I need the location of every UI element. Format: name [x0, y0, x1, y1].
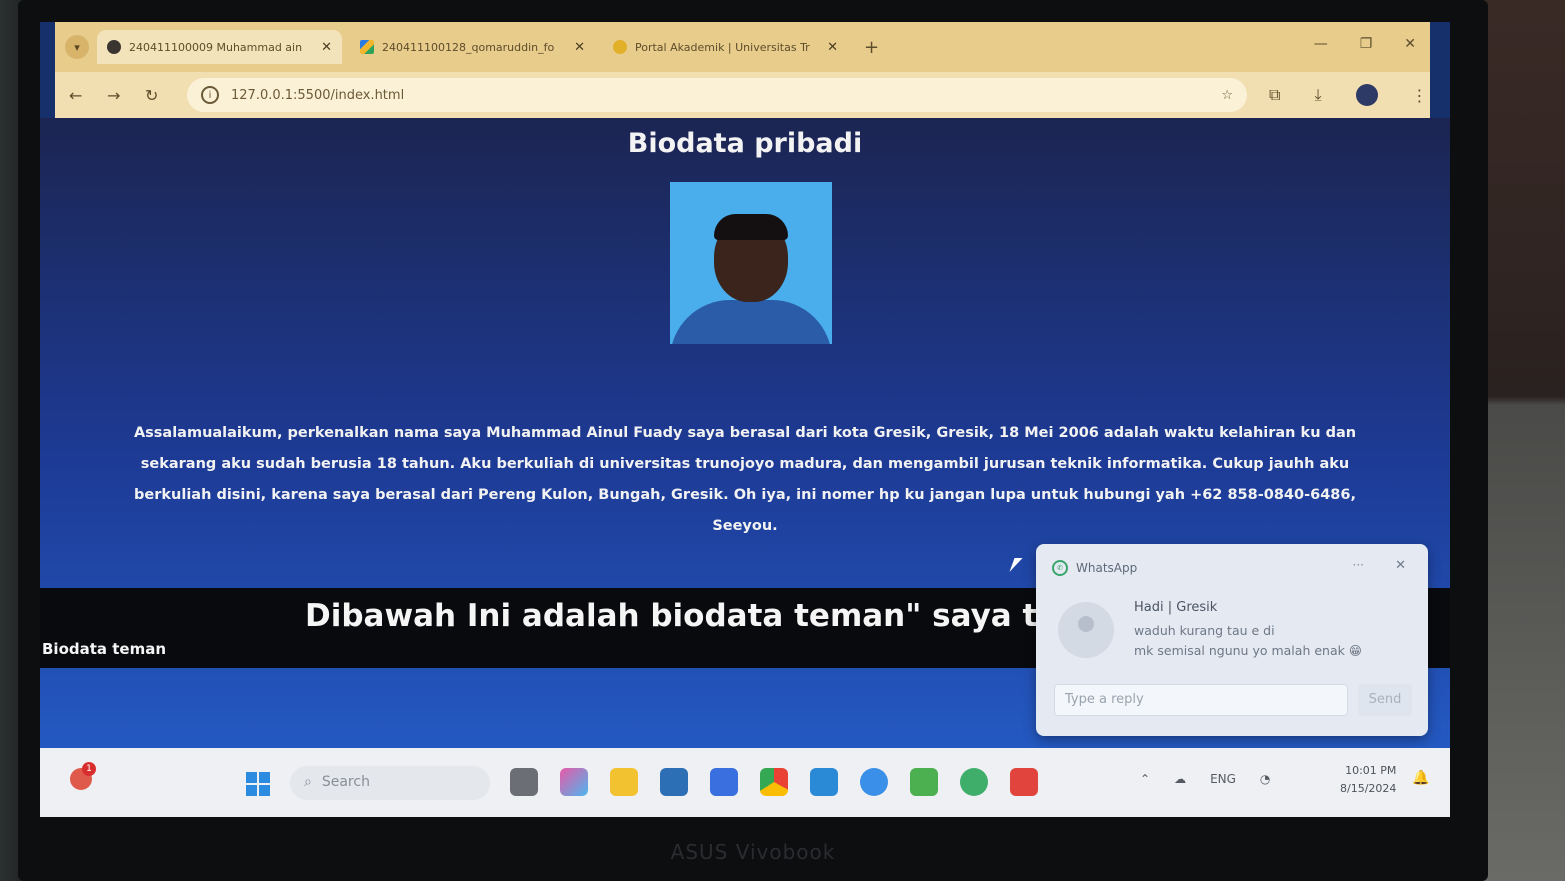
send-button[interactable]: Send	[1358, 684, 1412, 716]
site-info-icon[interactable]: i	[201, 86, 219, 104]
reply-input[interactable]: Type a reply	[1054, 684, 1348, 716]
minimize-icon[interactable]: —	[1314, 36, 1328, 52]
screen: ▾ 240411100009 Muhammad ain ✕ 2404111001…	[40, 22, 1450, 817]
toolbar-actions: ⧉ ⤓ ⋮	[1269, 84, 1428, 106]
profile-avatar-icon[interactable]	[1355, 84, 1378, 106]
portal-icon	[613, 40, 627, 54]
photo-hair	[714, 214, 788, 240]
wifi-icon[interactable]: ◔	[1260, 772, 1270, 786]
section-heading: Dibawah Ini adalah biodata teman" saya t…	[305, 598, 1135, 634]
message-line: waduh kurang tau e di	[1134, 623, 1275, 638]
vscode-icon[interactable]	[810, 768, 838, 796]
url-text: 127.0.0.1:5500/index.html	[231, 87, 405, 103]
chrome-icon[interactable]	[760, 768, 788, 796]
taskbar-search[interactable]: ⌕ Search	[290, 766, 490, 800]
mouse-cursor-icon	[1009, 558, 1023, 572]
address-bar[interactable]: i 127.0.0.1:5500/index.html ☆	[187, 78, 1247, 112]
copilot-icon[interactable]	[560, 768, 588, 796]
app-icon[interactable]	[710, 768, 738, 796]
tab-title: 240411100009 Muhammad ain	[129, 40, 303, 54]
tab-3[interactable]: Portal Akademik | Universitas Tr ✕	[603, 30, 848, 64]
chevron-up-icon[interactable]: ⌃	[1140, 772, 1150, 786]
message-line: mk semisal ngunu yo malah enak 😁	[1134, 643, 1362, 658]
close-icon[interactable]: ✕	[827, 40, 838, 55]
reload-icon[interactable]: ↻	[145, 86, 183, 105]
close-icon[interactable]: ✕	[574, 40, 585, 55]
more-options-icon[interactable]: ···	[1353, 558, 1364, 572]
restore-icon[interactable]: ❐	[1360, 36, 1373, 52]
page-title: Biodata pribadi	[627, 128, 863, 159]
store-icon[interactable]	[660, 768, 688, 796]
notification-app: ✆ WhatsApp	[1052, 560, 1137, 576]
window-controls: — ❐ ✕	[1314, 36, 1416, 52]
back-icon[interactable]: ←	[69, 86, 107, 105]
drive-icon	[360, 40, 374, 54]
file-explorer-icon[interactable]	[610, 768, 638, 796]
notification-app-name: WhatsApp	[1076, 561, 1138, 575]
clock[interactable]: 10:01 PM 8/15/2024	[1340, 762, 1396, 798]
close-icon[interactable]: ✕	[1395, 558, 1406, 573]
task-view-icon[interactable]	[510, 768, 538, 796]
pinned-apps	[510, 768, 1038, 796]
notification-badge: 1	[82, 762, 96, 776]
globe-icon	[107, 40, 121, 54]
new-tab-icon[interactable]: +	[864, 37, 879, 58]
section-subheading: Biodata teman	[42, 640, 167, 658]
laptop-brand: ASUS Vivobook	[670, 840, 836, 864]
notification-message: waduh kurang tau e di mk semisal ngunu y…	[1134, 621, 1362, 661]
clock-time: 10:01 PM	[1345, 764, 1397, 777]
bell-icon[interactable]: 🔔	[1412, 770, 1429, 786]
bookmark-star-icon[interactable]: ☆	[1221, 88, 1233, 103]
menu-dots-icon[interactable]: ⋮	[1412, 86, 1428, 105]
wps-office-icon[interactable]	[1010, 768, 1038, 796]
zoom-icon[interactable]	[860, 768, 888, 796]
tab-1[interactable]: 240411100009 Muhammad ain ✕	[97, 30, 342, 64]
onedrive-icon[interactable]: ☁	[1174, 772, 1186, 786]
extensions-icon[interactable]: ⧉	[1269, 85, 1280, 105]
browser-toolbar: ← → ↻ i 127.0.0.1:5500/index.html ☆ ⧉ ⤓ …	[55, 72, 1430, 118]
tab-title: Portal Akademik | Universitas Tr	[635, 40, 810, 54]
forward-icon[interactable]: →	[107, 86, 145, 105]
whatsapp-taskbar-icon[interactable]	[960, 768, 988, 796]
tab-bar: ▾ 240411100009 Muhammad ain ✕ 2404111001…	[55, 22, 1430, 72]
tab-2[interactable]: 240411100128_qomaruddin_fo ✕	[350, 30, 595, 64]
download-icon[interactable]: ⤓	[1314, 85, 1321, 105]
clock-date: 8/15/2024	[1340, 782, 1397, 795]
search-icon: ⌕	[304, 774, 312, 790]
tab-title: 240411100128_qomaruddin_fo	[382, 40, 555, 54]
notepad-icon[interactable]	[910, 768, 938, 796]
whatsapp-icon: ✆	[1052, 560, 1068, 576]
language-indicator[interactable]: ENG	[1210, 772, 1236, 786]
contact-avatar	[1058, 602, 1114, 658]
close-icon[interactable]: ✕	[321, 40, 332, 55]
notification-sender: Hadi | Gresik	[1134, 600, 1218, 615]
search-placeholder: Search	[321, 774, 370, 790]
system-tray: ⌃ ☁ ENG ◔	[1140, 772, 1270, 786]
tab-search-button[interactable]: ▾	[65, 35, 89, 59]
intro-paragraph: Assalamualaikum, perkenalkan nama saya M…	[133, 425, 1357, 534]
whatsapp-notification[interactable]: ✆ WhatsApp ··· ✕ Hadi | Gresik waduh kur…	[1036, 544, 1428, 736]
background-right	[1475, 0, 1565, 881]
start-button[interactable]	[246, 772, 270, 796]
profile-photo	[670, 182, 832, 344]
photo-shirt	[670, 300, 832, 344]
taskbar: 1 ⌕ Search ⌃ ☁ ENG ◔ 10:01 PM 8/15/2024 …	[40, 748, 1450, 817]
close-window-icon[interactable]: ✕	[1404, 36, 1416, 52]
